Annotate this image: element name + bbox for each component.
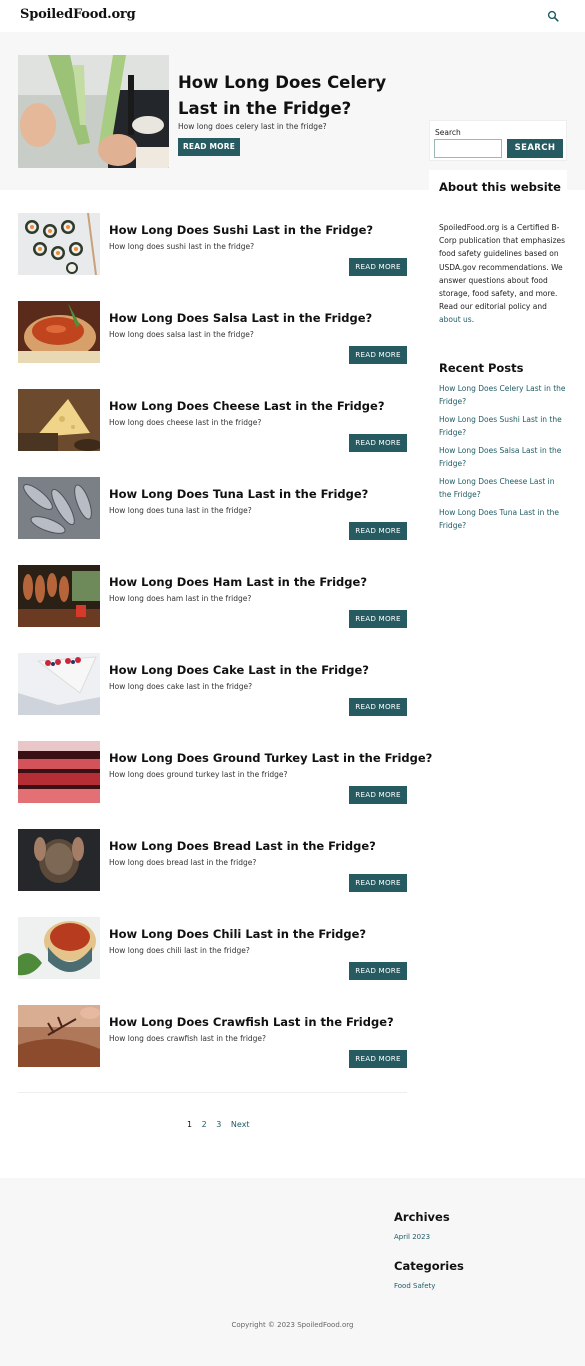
pagination: 1 2 3 Next [187, 1120, 250, 1129]
about-us-link[interactable]: about us [439, 315, 472, 324]
site-footer: Archives April 2023 Categories Food Safe… [0, 1178, 585, 1366]
post-card: How Long Does Bread Last in the Fridge? … [18, 829, 407, 892]
read-more-button[interactable]: READ MORE [349, 434, 407, 452]
recent-post-link[interactable]: How Long Does Tuna Last in the Fridge? [439, 506, 567, 532]
post-card: How Long Does Ground Turkey Last in the … [18, 741, 432, 804]
post-excerpt: How long does ham last in the fridge? [109, 594, 252, 603]
post-card: How Long Does Crawfish Last in the Fridg… [18, 1005, 407, 1068]
sidebar-search-widget: Search SEARCH [429, 120, 567, 161]
post-image[interactable] [18, 917, 100, 979]
post-card: How Long Does Tuna Last in the Fridge? H… [18, 477, 407, 540]
read-more-button[interactable]: READ MORE [349, 522, 407, 540]
post-excerpt: How long does cheese last in the fridge? [109, 418, 262, 427]
content-divider [18, 1092, 407, 1093]
read-more-button[interactable]: READ MORE [349, 610, 407, 628]
post-excerpt: How long does tuna last in the fridge? [109, 506, 252, 515]
about-text: SpoiledFood.org is a Certified B-Corp pu… [439, 221, 567, 327]
recent-post-link[interactable]: How Long Does Cheese Last in the Fridge? [439, 475, 567, 501]
page-number-current: 1 [187, 1120, 193, 1129]
copyright: Copyright © 2023 SpoiledFood.org [231, 1321, 354, 1329]
post-excerpt: How long does ground turkey last in the … [109, 770, 288, 779]
post-title[interactable]: How Long Does Cake Last in the Fridge? [109, 663, 369, 677]
post-card: How Long Does Chili Last in the Fridge? … [18, 917, 407, 980]
recent-post-link[interactable]: How Long Does Sushi Last in the Fridge? [439, 413, 567, 439]
post-image[interactable] [18, 301, 100, 363]
post-title[interactable]: How Long Does Sushi Last in the Fridge? [109, 223, 373, 237]
search-label: Search [435, 128, 461, 137]
sidebar-search-button[interactable]: SEARCH [507, 139, 563, 158]
post-excerpt: How long does chili last in the fridge? [109, 946, 250, 955]
read-more-button[interactable]: READ MORE [349, 786, 407, 804]
archives-title: Archives [394, 1210, 450, 1224]
read-more-button[interactable]: READ MORE [349, 698, 407, 716]
site-logo[interactable]: SpoiledFood.org [20, 7, 136, 22]
sidebar-search-input[interactable] [434, 139, 502, 158]
categories-title: Categories [394, 1259, 464, 1273]
post-card: How Long Does Salsa Last in the Fridge? … [18, 301, 407, 364]
about-end: . [471, 315, 475, 325]
post-image[interactable] [18, 741, 100, 803]
about-widget-header: About this website [429, 170, 567, 205]
post-title[interactable]: How Long Does Tuna Last in the Fridge? [109, 487, 368, 501]
post-image[interactable] [18, 389, 100, 451]
site-header: SpoiledFood.org [0, 0, 585, 32]
about-title: About this website [439, 180, 561, 194]
page-number-link[interactable]: 2 [202, 1120, 207, 1129]
post-excerpt: How long does bread last in the fridge? [109, 858, 257, 867]
post-title[interactable]: How Long Does Cheese Last in the Fridge? [109, 399, 385, 413]
read-more-button[interactable]: READ MORE [349, 962, 407, 980]
post-card: How Long Does Cheese Last in the Fridge?… [18, 389, 407, 452]
post-title[interactable]: How Long Does Ground Turkey Last in the … [109, 751, 432, 765]
featured-read-more-button[interactable]: READ MORE [178, 138, 240, 156]
recent-posts-list: How Long Does Celery Last in the Fridge?… [439, 382, 567, 537]
read-more-button[interactable]: READ MORE [349, 874, 407, 892]
post-image[interactable] [18, 829, 100, 891]
recent-post-link[interactable]: How Long Does Salsa Last in the Fridge? [439, 444, 567, 470]
featured-post: How Long Does Celery Last in the Fridge?… [0, 32, 585, 190]
post-title[interactable]: How Long Does Chili Last in the Fridge? [109, 927, 366, 941]
post-card: How Long Does Sushi Last in the Fridge? … [18, 213, 407, 276]
read-more-button[interactable]: READ MORE [349, 258, 407, 276]
page-number-link[interactable]: 3 [216, 1120, 221, 1129]
read-more-button[interactable]: READ MORE [349, 346, 407, 364]
search-icon[interactable] [547, 10, 559, 22]
post-card: How Long Does Ham Last in the Fridge? Ho… [18, 565, 407, 628]
post-image[interactable] [18, 565, 100, 627]
post-image[interactable] [18, 213, 100, 275]
next-page-link[interactable]: Next [231, 1120, 250, 1129]
post-card: How Long Does Cake Last in the Fridge? H… [18, 653, 407, 716]
recent-post-link[interactable]: How Long Does Celery Last in the Fridge? [439, 382, 567, 408]
read-more-button[interactable]: READ MORE [349, 1050, 407, 1068]
archives-link[interactable]: April 2023 [394, 1233, 430, 1241]
post-excerpt: How long does crawfish last in the fridg… [109, 1034, 267, 1043]
post-excerpt: How long does cake last in the fridge? [109, 682, 253, 691]
post-title[interactable]: How Long Does Salsa Last in the Fridge? [109, 311, 372, 325]
recent-posts-title: Recent Posts [439, 361, 524, 375]
post-image[interactable] [18, 1005, 100, 1067]
featured-post-image[interactable] [18, 55, 169, 168]
post-title[interactable]: How Long Does Bread Last in the Fridge? [109, 839, 376, 853]
about-body: SpoiledFood.org is a Certified B-Corp pu… [439, 223, 566, 312]
post-excerpt: How long does sushi last in the fridge? [109, 242, 255, 251]
category-link[interactable]: Food Safety [394, 1282, 435, 1290]
post-title[interactable]: How Long Does Crawfish Last in the Fridg… [109, 1015, 394, 1029]
post-image[interactable] [18, 477, 100, 539]
post-image[interactable] [18, 653, 100, 715]
featured-post-title[interactable]: How Long Does Celery Last in the Fridge? [178, 70, 408, 122]
featured-post-excerpt: How long does celery last in the fridge? [178, 122, 327, 131]
post-title[interactable]: How Long Does Ham Last in the Fridge? [109, 575, 367, 589]
post-excerpt: How long does salsa last in the fridge? [109, 330, 254, 339]
